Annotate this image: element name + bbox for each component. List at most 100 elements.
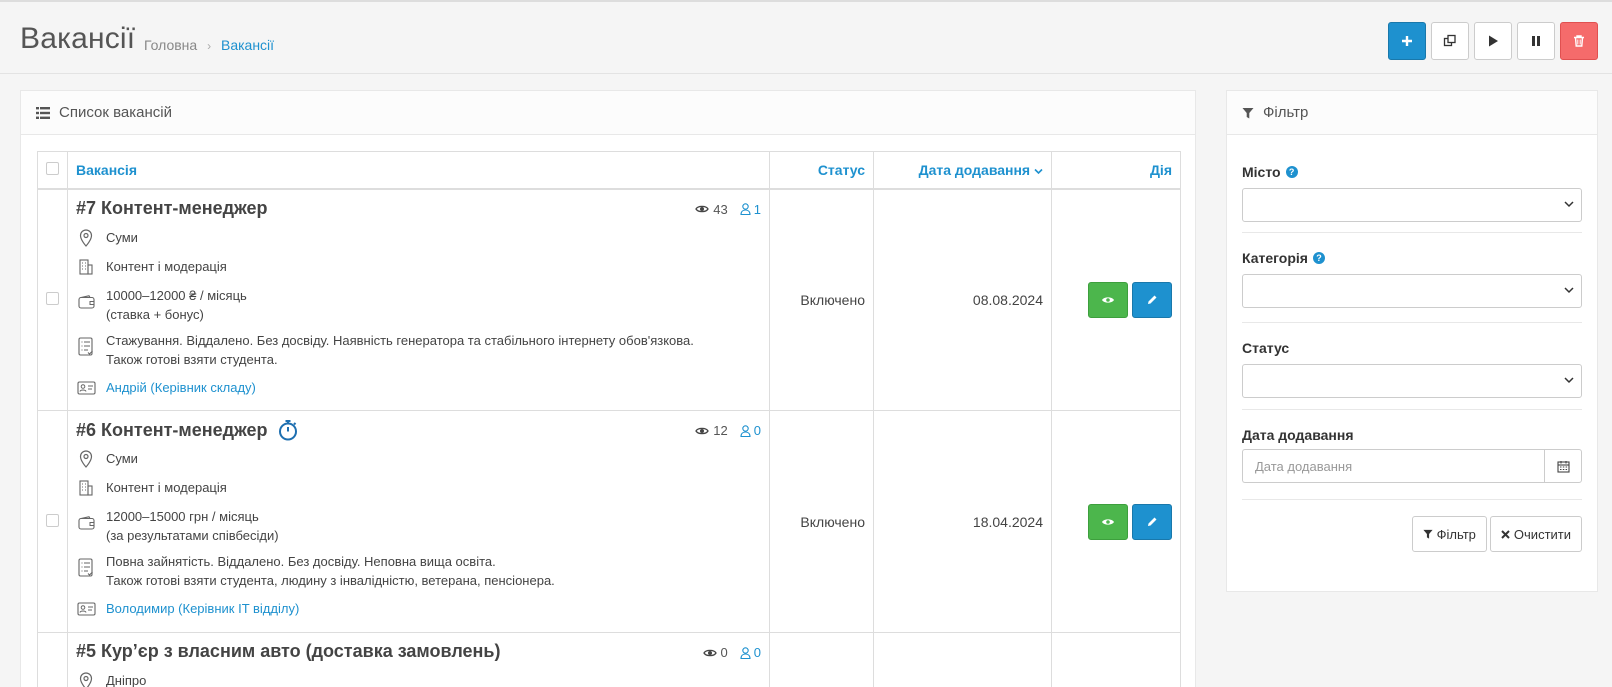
status-cell	[769, 632, 874, 687]
add-button[interactable]	[1388, 22, 1426, 60]
checklist-icon	[76, 558, 96, 578]
candidates-count: 1	[753, 201, 761, 217]
clear-filter-button[interactable]: Очистити	[1489, 516, 1582, 552]
eye-icon	[702, 649, 717, 656]
view-button[interactable]	[1088, 503, 1128, 540]
date-label: Дата додавання	[1242, 427, 1354, 443]
edit-button[interactable]	[1132, 281, 1172, 318]
vacancy-title-text: #6 Контент-менеджер	[76, 419, 268, 440]
delete-button[interactable]	[1560, 22, 1598, 60]
filter-date-group: Дата додавання Дата додавання	[1242, 410, 1582, 500]
breadcrumb-home[interactable]: Головна	[144, 37, 197, 53]
trash-icon	[1574, 35, 1584, 47]
candidates-link[interactable]: 0	[740, 645, 761, 660]
filter-panel-title: Фільтр	[1263, 104, 1309, 121]
chevron-down-icon	[1034, 168, 1043, 174]
table-header-row: Вакансія Статус Дата додавання Дія	[37, 151, 1181, 190]
candidates-count: 0	[753, 645, 761, 660]
date-input[interactable]: Дата додавання	[1242, 449, 1544, 483]
eye-icon	[695, 205, 710, 213]
column-vacancy[interactable]: Вакансія	[67, 151, 770, 190]
row-select-cell	[37, 410, 68, 633]
select-all-cell	[37, 151, 68, 190]
location-pin-icon	[76, 228, 96, 248]
city-text: Суми	[106, 451, 138, 466]
date-cell: 08.08.2024	[873, 188, 1052, 411]
candidates-link[interactable]: 1	[740, 202, 761, 217]
table-row: #7 Контент-менеджер 43 1 Суми Контент і …	[37, 188, 1181, 411]
eye-icon	[1102, 297, 1114, 303]
building-icon	[76, 478, 96, 498]
vacancy-stats: 12 0	[695, 423, 761, 438]
status-cell: Включено	[769, 188, 874, 411]
filter-panel-heading: Фільтр	[1227, 91, 1597, 135]
pause-icon	[1532, 36, 1540, 46]
status-select[interactable]	[1242, 364, 1582, 398]
view-button[interactable]	[1088, 281, 1128, 318]
vacancy-city: Суми	[76, 449, 138, 469]
table-row: #5 Кур’єр з власним авто (доставка замов…	[37, 632, 1181, 687]
vacancy-table: Вакансія Статус Дата додавання Дія #7 Ко…	[37, 151, 1181, 687]
enable-button[interactable]	[1474, 22, 1512, 60]
list-panel-heading: Список вакансій	[21, 91, 1195, 135]
list-icon	[36, 106, 50, 119]
views-count: 0	[720, 645, 728, 660]
column-date-label: Дата додавання	[918, 161, 1031, 178]
eye-icon	[695, 427, 710, 434]
help-icon[interactable]: ?	[1312, 252, 1325, 264]
salary-note: (ставка + бонус)	[106, 306, 204, 322]
date-cell: 18.04.2024	[873, 410, 1052, 633]
status-cell: Включено	[769, 410, 874, 633]
column-action: Дія	[1051, 151, 1181, 190]
vacancy-category: Контент і модерація	[76, 478, 227, 498]
vacancy-cell: #5 Кур’єр з власним авто (доставка замов…	[67, 632, 770, 687]
vacancy-title[interactable]: #5 Кур’єр з власним авто (доставка замов…	[76, 641, 500, 662]
column-status[interactable]: Статус	[769, 151, 874, 190]
contact-text: Андрій (Керівник складу)	[106, 379, 256, 395]
breadcrumb-current[interactable]: Вакансії	[221, 37, 274, 53]
requirements-text: Стажування. Віддалено. Без досвіду. Наяв…	[106, 332, 694, 348]
edit-button[interactable]	[1132, 503, 1172, 540]
location-pin-icon	[76, 449, 96, 469]
wallet-icon	[76, 292, 96, 312]
action-cell	[1051, 410, 1181, 633]
vacancy-list-panel: Список вакансій Вакансія Статус Дата дод…	[20, 90, 1196, 687]
vacancy-category: Контент і модерація	[76, 257, 227, 277]
copy-button[interactable]	[1431, 22, 1469, 60]
close-icon	[1501, 529, 1510, 539]
category-text: Контент і модерація	[106, 480, 227, 495]
salary-text: 10000–12000 ₴ / місяць	[106, 287, 247, 303]
views-count: 43	[713, 201, 728, 217]
list-panel-title: Список вакансій	[59, 104, 172, 121]
select-all-checkbox[interactable]	[46, 161, 59, 175]
column-date[interactable]: Дата додавання	[873, 151, 1052, 190]
action-cell	[1051, 188, 1181, 411]
vacancy-title[interactable]: #7 Контент-менеджер	[76, 198, 268, 219]
vacancy-contact[interactable]: Володимир (Керівник IT відділу)	[76, 599, 299, 619]
chevron-down-icon	[1564, 377, 1574, 384]
candidates-link[interactable]: 0	[740, 423, 761, 438]
vacancy-requirements: Повна зайнятість. Віддалено. Без досвіду…	[76, 552, 555, 590]
apply-filter-button[interactable]: Фільтр	[1411, 516, 1487, 552]
vacancy-contact[interactable]: Андрій (Керівник складу)	[76, 378, 256, 398]
salary-note: (за результатами співбесіди)	[106, 528, 279, 543]
city-select[interactable]	[1242, 188, 1582, 222]
filter-status-group: Статус	[1242, 323, 1582, 410]
category-select[interactable]	[1242, 274, 1582, 308]
plus-icon	[1402, 36, 1412, 46]
row-select-cell	[37, 632, 68, 687]
user-icon	[740, 203, 751, 215]
requirements-text: Повна зайнятість. Віддалено. Без досвіду…	[106, 554, 496, 569]
page-title: Вакансії	[20, 22, 136, 55]
help-icon[interactable]: ?	[1285, 166, 1298, 178]
city-text: Суми	[106, 229, 138, 245]
calendar-button[interactable]	[1544, 449, 1582, 483]
stopwatch-icon	[278, 420, 297, 441]
filter-icon	[1242, 107, 1254, 118]
vacancy-title[interactable]: #6 Контент-менеджер	[76, 419, 298, 441]
date-field: Дата додавання	[1242, 449, 1582, 483]
row-checkbox[interactable]	[46, 513, 59, 527]
row-checkbox[interactable]	[46, 291, 59, 305]
disable-button[interactable]	[1517, 22, 1555, 60]
city-text: Дніпро	[106, 673, 147, 687]
